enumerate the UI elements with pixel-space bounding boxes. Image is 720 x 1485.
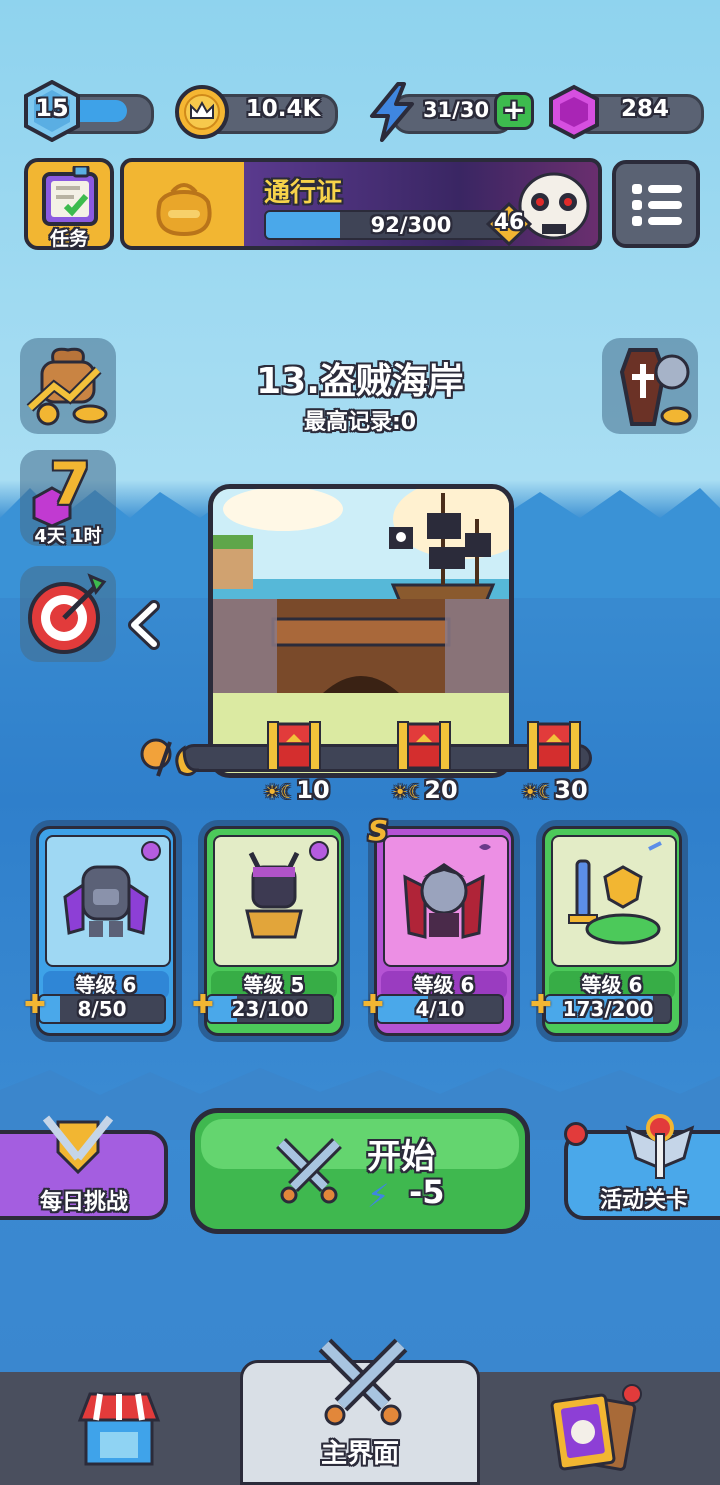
nav-shop-tab[interactable] <box>0 1372 240 1485</box>
list-menu-icon <box>632 184 682 226</box>
hero-shard-progress: 4/10 <box>376 994 504 1024</box>
armored-knight-icon <box>63 841 161 937</box>
hero-shard-progress: 23/100 <box>206 994 334 1024</box>
target-mission-button[interactable] <box>20 566 116 662</box>
clipboard-icon <box>42 166 98 226</box>
hero-portrait <box>383 835 509 967</box>
start-energy-cost: -5 <box>409 1173 445 1211</box>
bottom-nav: 主界面 <box>0 1338 720 1485</box>
day-night-icon <box>140 738 200 777</box>
winged-sword-icon <box>625 1114 695 1179</box>
hero-portrait <box>213 835 339 967</box>
target-icon <box>28 573 107 654</box>
nav-main-label: 主界面 <box>320 1439 399 1469</box>
gem-amount: 284 <box>620 96 669 122</box>
hero-shard-progress: 173/200 <box>544 994 672 1024</box>
hero-shard-text: 4/10 <box>415 997 465 1021</box>
nav-cards-tab[interactable] <box>480 1372 720 1485</box>
add-energy-button[interactable]: + <box>494 92 534 130</box>
stage-best-record: 最高记录:0 <box>303 410 417 435</box>
coffin-event-button[interactable] <box>602 338 698 434</box>
puzzle-piece-icon: ✚ <box>24 990 46 1020</box>
event-stage-button[interactable]: 活动关卡 <box>564 1114 720 1220</box>
energy-amount: 31/30 <box>422 98 490 122</box>
tasks-button[interactable]: 任务 <box>24 158 114 250</box>
puzzle-piece-icon: ✚ <box>530 990 552 1020</box>
reward-threshold-2: ☀☾20 <box>392 776 458 804</box>
start-label: 开始 <box>367 1137 435 1177</box>
nav-main-tab[interactable]: 主界面 <box>240 1338 480 1485</box>
event-timer: 4天 1时 <box>34 526 102 547</box>
chest-icon <box>527 721 581 771</box>
shop-store-icon <box>77 1392 161 1466</box>
hero-shard-text: 8/50 <box>77 997 127 1021</box>
day-night-small-icon: ☀☾ <box>522 782 555 803</box>
hero-card-4[interactable]: 等级 6 173/200 ✚ <box>530 820 688 1042</box>
pass-progress-text: 92/300 <box>370 213 452 237</box>
chest-icon <box>397 721 451 771</box>
money-bag-chart-icon <box>26 347 108 426</box>
seven-day-event-button[interactable]: 7 4天 1时 <box>20 450 116 547</box>
coffin-icon <box>619 348 692 426</box>
tasks-label: 任务 <box>49 228 88 250</box>
hero-card-3[interactable]: 等级 6 4/10 ✚ S <box>362 814 520 1042</box>
start-button-shine <box>201 1119 519 1169</box>
player-level: 15 <box>35 94 69 122</box>
crossed-swords-icon <box>276 1138 342 1204</box>
notification-dot <box>564 1122 588 1146</box>
reward-chest-1[interactable] <box>266 718 322 772</box>
crossed-swords-icon <box>318 1338 408 1426</box>
start-button[interactable]: 开始 ⚡ -5 <box>190 1108 530 1234</box>
hero-shard-text: 173/200 <box>562 997 654 1021</box>
pass-progress-bar: 92/300 <box>264 210 508 240</box>
pirate-coast-scene <box>213 489 509 773</box>
energy-cost-icon: ⚡ <box>367 1177 390 1215</box>
energy-bolt-icon <box>370 82 414 142</box>
puzzle-piece-icon: ✚ <box>362 990 384 1020</box>
puzzle-piece-icon: ✚ <box>192 990 214 1020</box>
reward-chest-3[interactable] <box>526 718 582 772</box>
daily-challenge-button[interactable]: 每日挑战 <box>0 1115 168 1220</box>
event-number: 7 <box>50 450 91 518</box>
hero-portrait <box>45 835 171 967</box>
game-main-screen: 15 10.4K 31/30 + 284 任务 通行证 92/300 46 7 … <box>0 0 720 1485</box>
reward-threshold-3: ☀☾30 <box>522 776 588 804</box>
crossed-swords-shield-icon <box>42 1115 114 1175</box>
anubis-warrior-icon <box>245 841 329 939</box>
coin-icon <box>175 85 229 139</box>
hero-rank-badge: S <box>368 814 389 847</box>
reward-chest-2[interactable] <box>396 718 452 772</box>
chevron-left-icon[interactable] <box>126 600 162 650</box>
hero-cards-icon <box>550 1384 642 1471</box>
sword-shield-hero-icon <box>568 841 662 945</box>
pass-sack-icon <box>156 183 212 237</box>
stage-title: 13.盗贼海岸 <box>256 361 464 402</box>
gem-icon <box>549 84 599 140</box>
stage-preview[interactable] <box>208 484 514 778</box>
hero-card-1[interactable]: 等级 6 8/50 ✚ <box>24 820 182 1042</box>
investment-button[interactable] <box>20 338 116 434</box>
add-energy-label: + <box>502 93 526 126</box>
daily-challenge-label: 每日挑战 <box>39 1190 128 1215</box>
event-stage-label: 活动关卡 <box>599 1188 688 1213</box>
coin-amount: 10.4K <box>245 96 321 122</box>
vampire-hero-icon <box>403 844 491 939</box>
chest-icon <box>267 721 321 771</box>
hero-shard-progress: 8/50 <box>38 994 166 1024</box>
day-night-small-icon: ☀☾ <box>392 782 425 803</box>
pass-title: 通行证 <box>264 178 343 208</box>
battle-pass-banner[interactable]: 通行证 92/300 46 <box>120 158 602 250</box>
day-night-small-icon: ☀☾ <box>264 782 297 803</box>
reward-threshold-1: ☀☾10 <box>264 776 330 804</box>
hero-portrait <box>551 835 677 967</box>
hero-card-2[interactable]: 等级 5 23/100 ✚ <box>192 820 350 1042</box>
pass-level: 46 <box>493 210 525 235</box>
menu-button[interactable] <box>612 160 700 248</box>
hero-shard-text: 23/100 <box>231 997 309 1021</box>
